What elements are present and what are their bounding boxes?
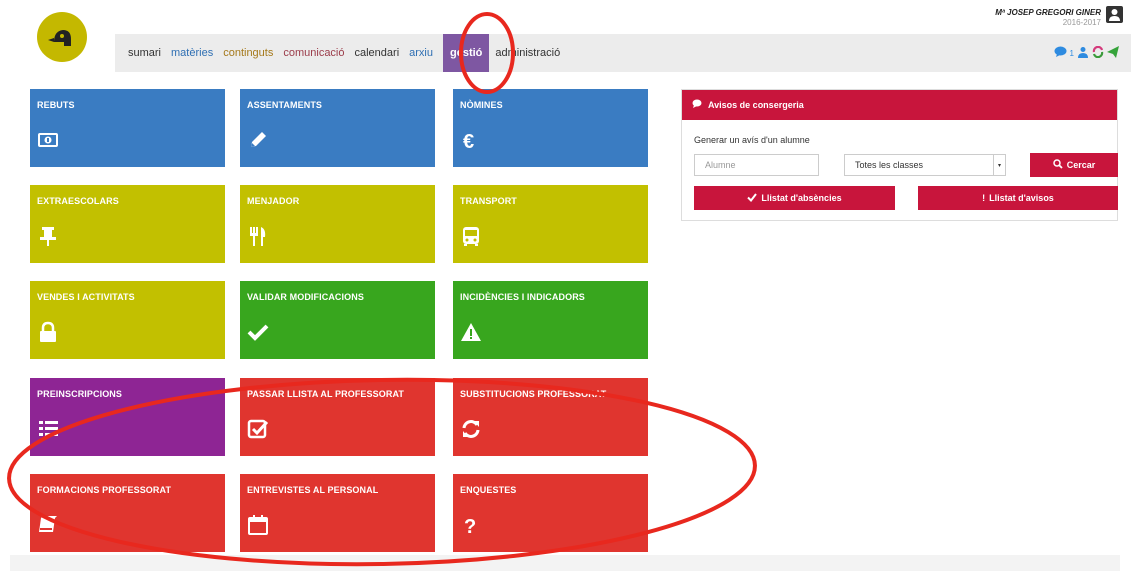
chevron-down-icon: ▾ — [993, 155, 1005, 175]
svg-text:?: ? — [464, 516, 476, 536]
tile-substitucions[interactable]: SUBSTITUCIONS PROFESSORAT — [453, 378, 648, 456]
tile-label: PASSAR LLISTA AL PROFESSORAT — [247, 389, 404, 399]
user-avatar-icon[interactable] — [1106, 6, 1123, 23]
user-name: Mª JOSEP GREGORI GINER — [995, 8, 1101, 17]
send-icon[interactable] — [1107, 46, 1119, 60]
nav-item-2[interactable]: continguts — [223, 47, 273, 59]
tile-label: ENTREVISTES AL PERSONAL — [247, 485, 379, 495]
list-icon — [39, 421, 58, 436]
nav-item-3[interactable]: comunicació — [283, 47, 344, 59]
tile-entrevistes[interactable]: ENTREVISTES AL PERSONAL — [240, 474, 435, 552]
tile-label: ASSENTAMENTS — [247, 100, 323, 110]
nav-item-6[interactable]: gestió — [442, 34, 490, 72]
student-input[interactable]: Alumne — [694, 154, 819, 176]
cutlery-icon — [250, 227, 266, 246]
banknote-icon — [38, 133, 58, 147]
tile-extraescolars[interactable]: EXTRAESCOLARS — [30, 185, 225, 263]
panel-subtitle: Generar un avís d'un alumne — [694, 135, 810, 145]
janitor-notices-panel: Avisos de consergeria Generar un avís d'… — [681, 89, 1118, 221]
tile-label: INCIDÈNCIES I INDICADORS — [460, 292, 585, 302]
tile-nomines[interactable]: NÒMINES € — [453, 89, 648, 167]
svg-text:€: € — [463, 131, 474, 151]
tile-menjador[interactable]: MENJADOR — [240, 185, 435, 263]
tile-label: MENJADOR — [247, 196, 300, 206]
tile-label: ENQUESTES — [460, 485, 517, 495]
checkbox-icon — [247, 419, 269, 439]
tile-label: SUBSTITUCIONS PROFESSORAT — [460, 389, 607, 399]
user-info[interactable]: Mª JOSEP GREGORI GINER 2016-2017 — [995, 8, 1101, 28]
nav-menu: sumari matèries continguts comunicació calen… — [128, 34, 570, 72]
users-icon[interactable] — [1077, 46, 1089, 60]
sync-icon[interactable] — [1092, 45, 1104, 60]
nav-item-1[interactable]: matèries — [171, 47, 213, 59]
notices-list-label: Llistat d'avisos — [989, 193, 1054, 203]
absences-list-button[interactable]: Llistat d'absències — [694, 186, 895, 210]
notices-list-button[interactable]: ! Llistat d'avisos — [918, 186, 1118, 210]
exclamation-icon: ! — [982, 193, 986, 203]
lock-icon — [40, 321, 56, 342]
tile-assentaments[interactable]: ASSENTAMENTS — [240, 89, 435, 167]
panel-header: Avisos de consergeria — [682, 90, 1117, 120]
class-select[interactable]: Totes les classes ▾ — [844, 154, 1006, 176]
tile-label: NÒMINES — [460, 100, 503, 110]
tile-incidencies[interactable]: INCIDÈNCIES I INDICADORS — [453, 281, 648, 359]
main-navbar: sumari matèries continguts comunicació calen… — [115, 34, 1131, 72]
check-icon — [747, 192, 758, 204]
tile-preinscripcions[interactable]: PREINSCRIPCIONS — [30, 378, 225, 456]
tile-label: VALIDAR MODIFICACIONS — [247, 292, 364, 302]
nav-item-7[interactable]: administració — [495, 47, 560, 59]
tile-formacions[interactable]: FORMACIONS PROFESSORAT — [30, 474, 225, 552]
class-select-value: Totes les classes — [855, 160, 924, 170]
nav-item-0[interactable]: sumari — [128, 47, 161, 59]
nav-item-5[interactable]: arxiu — [409, 47, 433, 59]
student-input-placeholder: Alumne — [705, 160, 736, 170]
notification-count[interactable]: 1 — [1070, 49, 1074, 58]
tile-label: REBUTS — [37, 100, 75, 110]
nav-icon-group: 1 — [1054, 45, 1119, 60]
school-year: 2016-2017 — [1062, 18, 1101, 27]
book-icon — [39, 516, 57, 532]
tile-rebuts[interactable]: REBUTS — [30, 89, 225, 167]
app-logo[interactable] — [37, 12, 87, 62]
nav-item-4[interactable]: calendari — [355, 47, 400, 59]
tile-vendes[interactable]: VENDES I ACTIVITATS — [30, 281, 225, 359]
pencil-icon — [251, 132, 266, 147]
pushpin-icon — [40, 227, 56, 246]
euro-icon: € — [463, 131, 474, 151]
tile-label: PREINSCRIPCIONS — [37, 389, 123, 399]
warning-icon — [461, 323, 481, 341]
tile-label: EXTRAESCOLARS — [37, 196, 119, 206]
search-button[interactable]: Cercar — [1030, 153, 1118, 177]
bus-icon — [463, 227, 479, 246]
panel-title: Avisos de consergeria — [708, 100, 804, 110]
search-icon — [1052, 159, 1063, 171]
tile-label: FORMACIONS PROFESSORAT — [37, 485, 172, 495]
bird-logo-icon — [48, 30, 71, 46]
absences-list-label: Llistat d'absències — [761, 193, 842, 203]
question-icon: ? — [464, 516, 476, 536]
tile-validar[interactable]: VALIDAR MODIFICACIONS — [240, 281, 435, 359]
refresh-icon — [462, 420, 480, 438]
comments-icon — [692, 99, 703, 111]
chat-icon[interactable] — [1054, 46, 1067, 60]
tile-enquestes[interactable]: ENQUESTES? — [453, 474, 648, 552]
tile-label: VENDES I ACTIVITATS — [37, 292, 135, 302]
footer-strip — [10, 555, 1120, 571]
tile-passar-llista[interactable]: PASSAR LLISTA AL PROFESSORAT — [240, 378, 435, 456]
calendar-icon — [248, 515, 268, 535]
tile-transport[interactable]: TRANSPORT — [453, 185, 648, 263]
search-button-label: Cercar — [1066, 160, 1096, 170]
tile-label: TRANSPORT — [460, 196, 517, 206]
checkmark-icon — [247, 324, 269, 341]
